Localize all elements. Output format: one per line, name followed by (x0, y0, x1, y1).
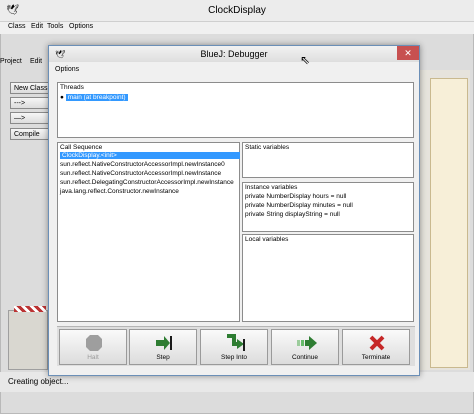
step-icon (156, 336, 172, 350)
halt-icon (86, 335, 102, 351)
debugger-controls: Halt Step Step Into Continue Terminate (57, 326, 415, 366)
machine-stripe-icon (14, 306, 46, 312)
halt-label: Halt (87, 354, 99, 361)
debugger-title: BlueJ: Debugger (200, 49, 268, 59)
call-sequence-label: Call Sequence (60, 144, 103, 151)
thread-dot-icon: ● (60, 94, 64, 101)
continue-button[interactable]: Continue (271, 329, 339, 365)
bluej-logo-icon: 🕊 (6, 5, 19, 16)
call-sequence-item[interactable]: ClockDisplay.<init> (60, 152, 240, 159)
main-menubar: Class Edit Tools Options (0, 22, 474, 34)
instance-variable-item[interactable]: private String displayString = null (245, 211, 340, 218)
threads-label: Threads (60, 84, 84, 91)
halt-button[interactable]: Halt (59, 329, 127, 365)
menu-class[interactable]: Class (8, 23, 26, 30)
threads-panel: Threads ● main (at breakpoint) (57, 82, 414, 138)
instance-variable-item[interactable]: private NumberDisplay hours = null (245, 193, 346, 200)
thread-item[interactable]: ● main (at breakpoint) (60, 94, 128, 101)
static-variables-panel: Static variables (242, 142, 414, 178)
class-box[interactable] (430, 78, 468, 368)
step-into-icon (227, 334, 245, 351)
menu-options[interactable]: Options (69, 23, 93, 30)
step-label: Step (156, 354, 170, 361)
main-titlebar[interactable]: ClockDisplay (0, 0, 474, 22)
instance-variables-label: Instance variables (245, 184, 298, 191)
terminate-icon (369, 335, 385, 351)
instance-variable-item[interactable]: private NumberDisplay minutes = null (245, 202, 353, 209)
static-variables-label: Static variables (245, 144, 290, 151)
main-window-title: ClockDisplay (208, 5, 266, 16)
debugger-window: 🕊 BlueJ: Debugger ✕ Options Threads ● ma… (48, 45, 420, 376)
mouse-cursor-icon: ⇖ (300, 53, 311, 67)
step-into-button[interactable]: Step Into (200, 329, 268, 365)
object-bench (8, 310, 48, 370)
debugger-titlebar[interactable]: 🕊 BlueJ: Debugger ✕ (49, 46, 419, 62)
call-sequence-item[interactable]: sun.reflect.NativeConstructorAccessorImp… (60, 170, 221, 177)
close-icon[interactable]: ✕ (397, 46, 419, 60)
step-button[interactable]: Step (129, 329, 197, 365)
call-sequence-item[interactable]: java.lang.reflect.Constructor.newInstanc… (60, 188, 179, 195)
thread-label: main (at breakpoint) (65, 94, 128, 101)
instance-variables-panel: Instance variables private NumberDisplay… (242, 182, 414, 232)
terminate-button[interactable]: Terminate (342, 329, 410, 365)
call-sequence-item[interactable]: sun.reflect.DelegatingConstructorAccesso… (60, 179, 234, 186)
call-sequence-item[interactable]: sun.reflect.NativeConstructorAccessorImp… (60, 161, 225, 168)
step-into-label: Step Into (220, 354, 248, 361)
status-text: Creating object... (8, 377, 69, 386)
terminate-label: Terminate (361, 354, 391, 361)
continue-icon (297, 336, 317, 350)
local-variables-panel: Local variables (242, 234, 414, 322)
menu-edit[interactable]: Edit (31, 23, 43, 30)
call-sequence-panel: Call Sequence ClockDisplay.<init> sun.re… (57, 142, 240, 322)
local-variables-label: Local variables (245, 236, 289, 243)
menu-tools[interactable]: Tools (47, 23, 63, 30)
menu-options[interactable]: Options (55, 66, 79, 73)
continue-label: Continue (291, 354, 319, 361)
